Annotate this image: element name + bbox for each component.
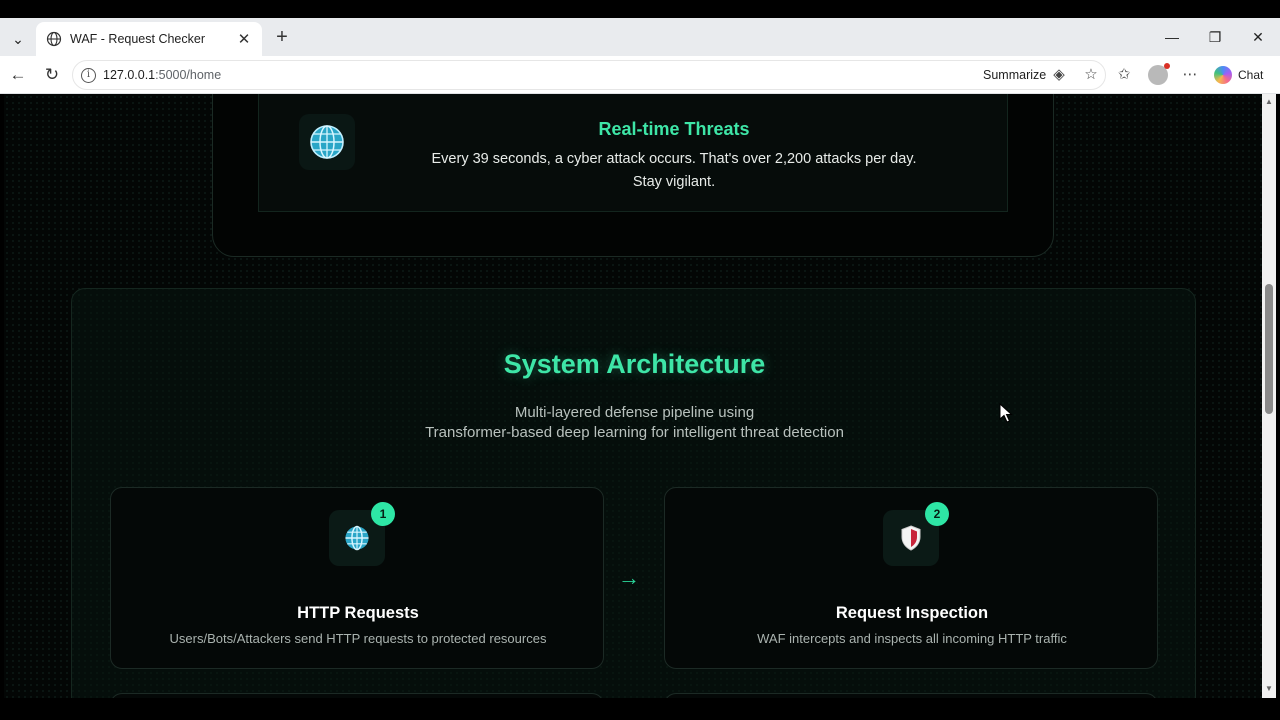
screen: ⌄ WAF - Request Checker ✕ + — ❐ ✕ ← ↻ i … bbox=[0, 0, 1280, 720]
favorites-icon[interactable]: ✩ bbox=[1112, 63, 1136, 87]
summarize-button[interactable]: Summarize bbox=[983, 68, 1046, 82]
favorite-star-icon[interactable]: ☆ bbox=[1081, 65, 1101, 85]
page-scrollbar[interactable]: ▲ ▼ bbox=[1262, 94, 1276, 698]
tab-waf-request-checker[interactable]: WAF - Request Checker ✕ bbox=[36, 22, 262, 56]
step-title: HTTP Requests bbox=[297, 604, 419, 622]
tab-strip: ⌄ WAF - Request Checker ✕ + — ❐ ✕ bbox=[0, 18, 1280, 56]
url-text[interactable]: 127.0.0.1:5000/home bbox=[103, 68, 221, 82]
section-title: System Architecture bbox=[503, 349, 766, 379]
shield-icon bbox=[901, 525, 921, 551]
minimize-button[interactable]: — bbox=[1160, 26, 1184, 48]
step-card-request-inspection: 2 Request Inspection WAF intercepts and … bbox=[664, 487, 1158, 669]
step-description: WAF intercepts and inspects all incoming… bbox=[757, 631, 1067, 646]
page-viewport: Real-time Threats Every 39 seconds, a cy… bbox=[4, 94, 1262, 698]
reload-button[interactable]: ↻ bbox=[40, 63, 64, 87]
threat-line-2: Stay vigilant. bbox=[632, 174, 716, 190]
threat-description: Every 39 seconds, a cyber attack occurs.… bbox=[259, 148, 1089, 194]
new-tab-button[interactable]: + bbox=[270, 26, 294, 50]
tab-title: WAF - Request Checker bbox=[70, 32, 205, 46]
url-path: :5000/home bbox=[155, 68, 222, 82]
subtitle-line-1: Multi-layered defense pipeline using bbox=[514, 404, 755, 421]
step-card-http-requests: 1 HTTP Requests Users/Bots/Attackers sen… bbox=[110, 487, 604, 669]
more-options-icon[interactable]: ⋯ bbox=[1178, 63, 1202, 87]
chat-label: Chat bbox=[1238, 68, 1264, 82]
real-time-threats-card: Real-time Threats Every 39 seconds, a cy… bbox=[258, 94, 1008, 212]
restore-button[interactable]: ❐ bbox=[1203, 26, 1227, 48]
copilot-icon bbox=[1214, 66, 1232, 84]
globe-icon bbox=[46, 31, 62, 47]
close-tab-icon[interactable]: ✕ bbox=[236, 30, 252, 48]
threat-title: Real-time Threats bbox=[598, 119, 750, 139]
section-subtitle: Multi-layered defense pipeline using Tra… bbox=[72, 403, 1197, 443]
step-number-badge: 1 bbox=[371, 502, 395, 526]
profile-avatar[interactable] bbox=[1148, 63, 1170, 85]
close-window-button[interactable]: ✕ bbox=[1246, 26, 1270, 48]
step-number-badge: 2 bbox=[925, 502, 949, 526]
url-host: 127.0.0.1 bbox=[103, 68, 156, 82]
system-architecture-section: System Architecture Multi-layered defens… bbox=[71, 288, 1196, 698]
subtitle-line-2: Transformer-based deep learning for inte… bbox=[425, 424, 844, 441]
browser-toolbar: ← ↻ i 127.0.0.1:5000/home Summarize ◈ ☆ … bbox=[0, 56, 1280, 94]
step-title: Request Inspection bbox=[835, 604, 989, 622]
scroll-up-arrow-icon[interactable]: ▲ bbox=[1264, 97, 1274, 107]
copilot-chat-button[interactable]: Chat bbox=[1214, 63, 1263, 87]
globe-icon bbox=[345, 525, 369, 551]
address-bar[interactable]: i 127.0.0.1:5000/home Summarize ◈ ☆ bbox=[72, 60, 1106, 90]
flow-arrow-icon: → bbox=[618, 565, 640, 590]
threat-line-1: Every 39 seconds, a cyber attack occurs.… bbox=[431, 151, 917, 167]
step-description: Users/Bots/Attackers send HTTP requests … bbox=[169, 631, 547, 646]
mouse-cursor-icon bbox=[999, 403, 1013, 423]
scroll-down-arrow-icon[interactable]: ▼ bbox=[1264, 684, 1274, 694]
tab-list-chevron-icon[interactable]: ⌄ bbox=[4, 27, 32, 51]
summarize-icon[interactable]: ◈ bbox=[1049, 65, 1069, 85]
scroll-thumb[interactable] bbox=[1265, 284, 1273, 414]
back-button[interactable]: ← bbox=[6, 63, 30, 87]
taskbar-edge bbox=[0, 698, 1280, 720]
site-info-icon[interactable]: i bbox=[81, 68, 96, 83]
